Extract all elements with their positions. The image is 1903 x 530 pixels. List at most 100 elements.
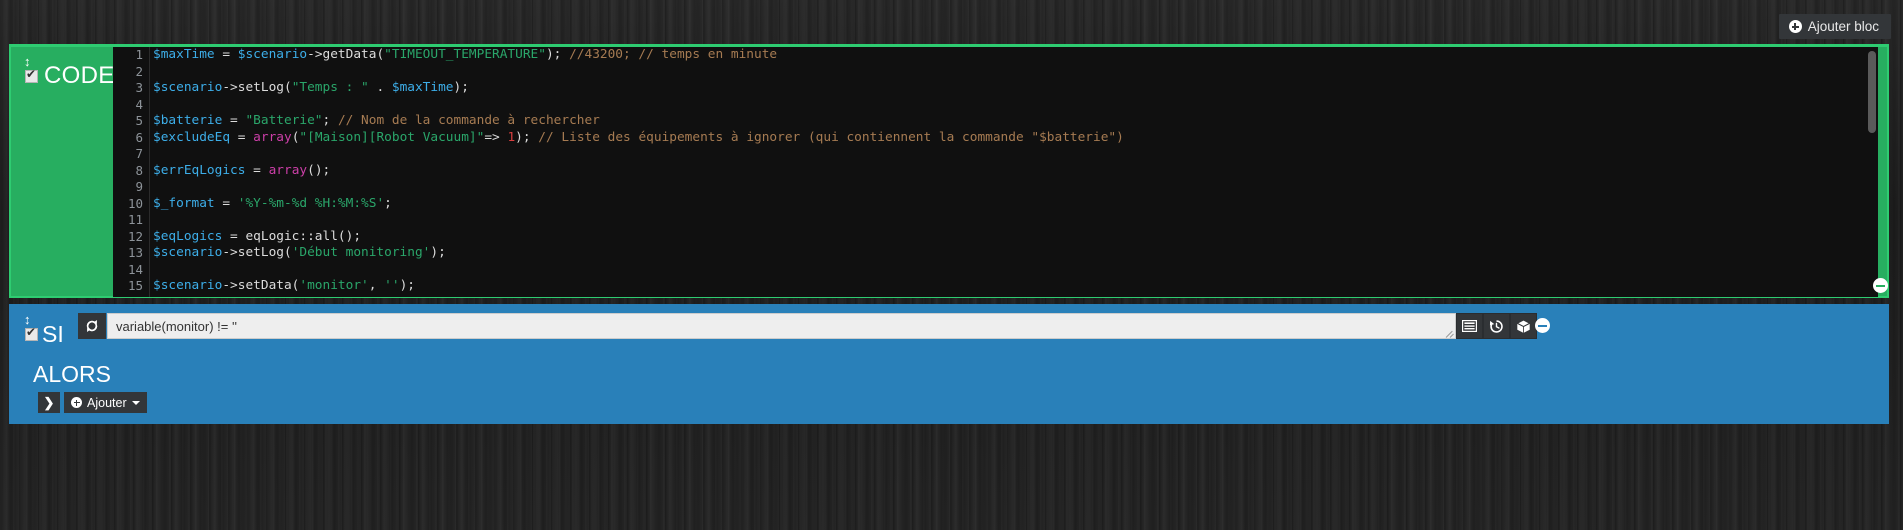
- code-line[interactable]: [153, 64, 1878, 81]
- plus-circle-icon: [1788, 20, 1802, 33]
- code-token: =: [214, 47, 238, 62]
- chevron-down-icon: [131, 400, 140, 405]
- code-token: // Liste des équipements à ignorer (qui …: [538, 129, 1124, 145]
- line-number: 10: [127, 195, 143, 211]
- code-token: "TIMEOUT_TEMPERATURE": [384, 47, 546, 62]
- code-line[interactable]: [153, 212, 1878, 229]
- code-token: = eqLogic::all();: [222, 228, 362, 244]
- plus-circle-icon: [71, 397, 82, 408]
- si-history-button[interactable]: [1483, 313, 1510, 339]
- code-block-title: CODE: [44, 62, 115, 89]
- si-refresh-button[interactable]: [78, 313, 106, 339]
- si-condition-input[interactable]: [107, 313, 1456, 339]
- code-token: ;: [322, 113, 338, 128]
- code-token: 'monitor': [299, 278, 369, 293]
- line-number: 13: [127, 245, 143, 260]
- code-line[interactable]: $_format = '%Y-%m-%d %H:%M:%S';: [153, 196, 1878, 213]
- code-line[interactable]: [153, 262, 1878, 279]
- code-token: );: [453, 80, 469, 95]
- code-token: $eqLogics: [153, 228, 223, 244]
- code-line[interactable]: [153, 179, 1878, 196]
- chevron-right-icon: ❯: [43, 394, 55, 410]
- line-number: 6: [135, 129, 143, 145]
- code-token: =: [245, 162, 269, 178]
- code-token: );: [545, 47, 570, 62]
- code-token: $scenario: [153, 278, 223, 293]
- code-token: //43200; // temps en minute: [569, 47, 778, 62]
- code-token: ;: [384, 195, 392, 211]
- code-token: ->setLog(: [222, 245, 292, 260]
- code-line[interactable]: [153, 146, 1878, 163]
- code-token: $scenario: [237, 47, 308, 62]
- code-token: $scenario: [153, 80, 223, 95]
- line-number: 15: [127, 278, 143, 293]
- cube-icon: [1516, 319, 1531, 333]
- line-number: 7: [135, 146, 143, 161]
- minus-circle-icon: [1535, 318, 1550, 333]
- si-list-button[interactable]: [1456, 313, 1483, 339]
- code-scrollbar-thumb[interactable]: [1868, 51, 1876, 133]
- code-token: ->getData(: [307, 47, 385, 62]
- code-line[interactable]: $scenario->setLog("Temps : " . $maxTime)…: [153, 80, 1878, 97]
- code-token: ();: [307, 162, 331, 178]
- code-token: =>: [484, 129, 508, 145]
- add-block-label: Ajouter bloc: [1807, 19, 1879, 34]
- alors-expand-button[interactable]: ❯: [38, 392, 60, 413]
- alors-label: ALORS: [33, 361, 111, 387]
- si-cube-button[interactable]: [1510, 313, 1537, 339]
- line-number: 11: [127, 212, 143, 227]
- line-number: 8: [135, 162, 143, 178]
- list-icon: [1462, 320, 1477, 332]
- code-token: // Nom de la commande à rechercher: [337, 113, 600, 128]
- code-line[interactable]: $scenario->setData('monitor', '');: [153, 278, 1878, 295]
- code-token: 1: [507, 129, 516, 145]
- code-token: '%Y-%m-%d %H:%M:%S': [237, 195, 385, 211]
- code-token: '': [384, 278, 400, 293]
- code-token: =: [230, 129, 254, 145]
- si-block-checkbox[interactable]: [25, 326, 38, 341]
- code-token: $maxTime: [391, 80, 454, 95]
- code-line[interactable]: $scenario->setLog('Début monitoring');: [153, 245, 1878, 262]
- code-line[interactable]: $maxTime = $scenario->getData("TIMEOUT_T…: [153, 47, 1878, 64]
- code-block-checkbox[interactable]: [25, 68, 38, 83]
- top-toolbar: Ajouter bloc: [0, 0, 1903, 44]
- line-number: 12: [127, 228, 143, 244]
- line-number: 2: [135, 63, 143, 79]
- code-token: ->setLog(: [222, 80, 292, 95]
- code-token: ,: [368, 278, 385, 293]
- code-token: $excludeEq: [153, 129, 231, 145]
- code-token: $_format: [153, 195, 215, 211]
- line-number: 9: [135, 179, 143, 194]
- si-block-collapse-button[interactable]: [1535, 318, 1550, 333]
- code-token: array: [253, 129, 292, 145]
- code-token: );: [515, 129, 539, 145]
- code-token: =: [214, 195, 238, 211]
- code-token: );: [430, 245, 446, 260]
- add-block-button[interactable]: Ajouter bloc: [1778, 14, 1891, 39]
- code-line[interactable]: $excludeEq = array("[Maison][Robot Vacuu…: [153, 130, 1878, 147]
- refresh-icon: [86, 320, 98, 332]
- code-token: $scenario: [153, 245, 223, 260]
- alors-add-label: Ajouter: [87, 395, 127, 410]
- code-line[interactable]: $errEqLogics = array();: [153, 163, 1878, 180]
- code-content[interactable]: $maxTime = $scenario->getData("TIMEOUT_T…: [153, 47, 1878, 297]
- code-line[interactable]: $batterie = "Batterie"; // Nom de la com…: [153, 113, 1878, 130]
- code-token: "Temps : ": [291, 80, 369, 95]
- code-token: "[Maison][Robot Vacuum]": [299, 129, 485, 145]
- code-block-panel: ↕ CODE 123456789101112131415 $maxTime = …: [9, 44, 1889, 298]
- code-token: $maxTime: [153, 47, 215, 62]
- code-token: $batterie: [153, 113, 223, 128]
- code-gutter: 1 2 3 4 5 6 7 8 9 10 11 12 13 14 15: [113, 47, 150, 297]
- line-number: 14: [127, 261, 143, 277]
- code-line[interactable]: $eqLogics = eqLogic::all();: [153, 229, 1878, 246]
- code-editor[interactable]: 1 2 3 4 5 6 7 8 9 10 11 12 13 14 15 $maxTime = $scenar…: [113, 47, 1878, 297]
- line-number: 5: [135, 113, 143, 128]
- code-token: =: [222, 113, 246, 128]
- alors-add-button[interactable]: Ajouter: [64, 392, 147, 413]
- history-icon: [1489, 319, 1503, 333]
- code-block-collapse-button[interactable]: [1873, 278, 1888, 293]
- code-line[interactable]: [153, 97, 1878, 114]
- code-token: "Batterie": [245, 113, 323, 128]
- code-token: .: [368, 80, 392, 95]
- code-token: 'Début monitoring': [291, 245, 431, 260]
